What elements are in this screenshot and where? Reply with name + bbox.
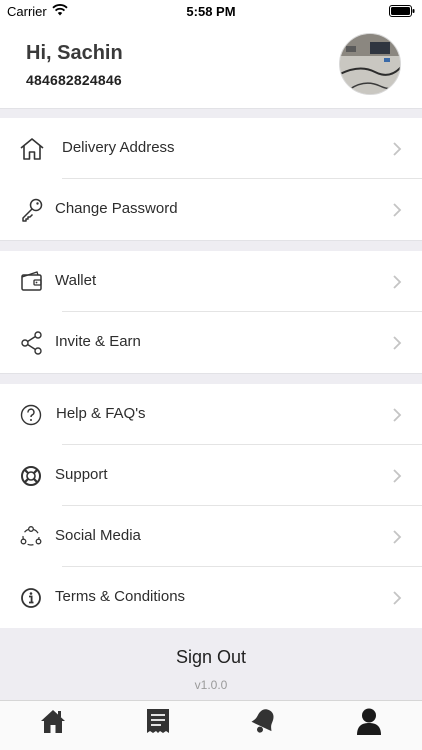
chevron-right-icon [393, 408, 402, 422]
menu-item-label: Support [55, 466, 108, 483]
notifications-icon[interactable] [250, 707, 278, 735]
orders-icon[interactable] [144, 707, 172, 735]
menu-item-support[interactable]: Support [0, 445, 422, 506]
app-version: v1.0.0 [194, 678, 228, 692]
phone-number: 484682824846 [26, 72, 122, 88]
tab-bar [0, 700, 422, 750]
wallet-icon [21, 271, 42, 291]
greeting: Hi, Sachin [26, 42, 123, 64]
avatar[interactable] [339, 33, 401, 95]
status-bar: Carrier 5:58 PM [0, 0, 422, 22]
signout-area: Sign Out v1.0.0 [0, 628, 422, 700]
menu-item-label: Invite & Earn [55, 333, 141, 350]
chevron-right-icon [393, 591, 402, 605]
status-time: 5:58 PM [186, 4, 236, 19]
share-icon [21, 331, 42, 355]
menu-item-terms-conditions[interactable]: Terms & Conditions [0, 567, 422, 628]
menu-item-label: Wallet [55, 272, 97, 289]
battery-icon [389, 5, 415, 17]
home-icon [20, 138, 44, 160]
menu-item-label: Help & FAQ's [56, 405, 146, 422]
avatar-photo [340, 34, 400, 94]
menu-item-social-media[interactable]: Social Media [0, 506, 422, 567]
info-icon [21, 588, 41, 608]
menu-item-wallet[interactable]: Wallet [0, 251, 422, 312]
key-icon [22, 198, 43, 222]
social-icon [20, 526, 42, 546]
profile-icon[interactable] [355, 707, 383, 735]
chevron-right-icon [393, 275, 402, 289]
menu-item-label: Social Media [55, 527, 141, 544]
question-icon [20, 404, 42, 426]
profile-header: Hi, Sachin 484682824846 [0, 22, 422, 108]
sign-out-button[interactable]: Sign Out [0, 647, 422, 668]
menu-item-label: Delivery Address [62, 139, 175, 156]
menu-item-help-faq[interactable]: Help & FAQ's [0, 384, 422, 445]
menu-item-change-password[interactable]: Change Password [0, 179, 422, 240]
menu-item-label: Terms & Conditions [55, 588, 186, 605]
menu-item-label: Change Password [55, 200, 178, 217]
lifebuoy-icon [21, 466, 41, 486]
home-icon[interactable] [39, 707, 67, 735]
menu-item-delivery-address[interactable]: Delivery Address [0, 118, 422, 179]
chevron-right-icon [393, 142, 402, 156]
menu-item-invite-earn[interactable]: Invite & Earn [0, 312, 422, 373]
chevron-right-icon [393, 530, 402, 544]
chevron-right-icon [393, 469, 402, 483]
chevron-right-icon [393, 203, 402, 217]
chevron-right-icon [393, 336, 402, 350]
